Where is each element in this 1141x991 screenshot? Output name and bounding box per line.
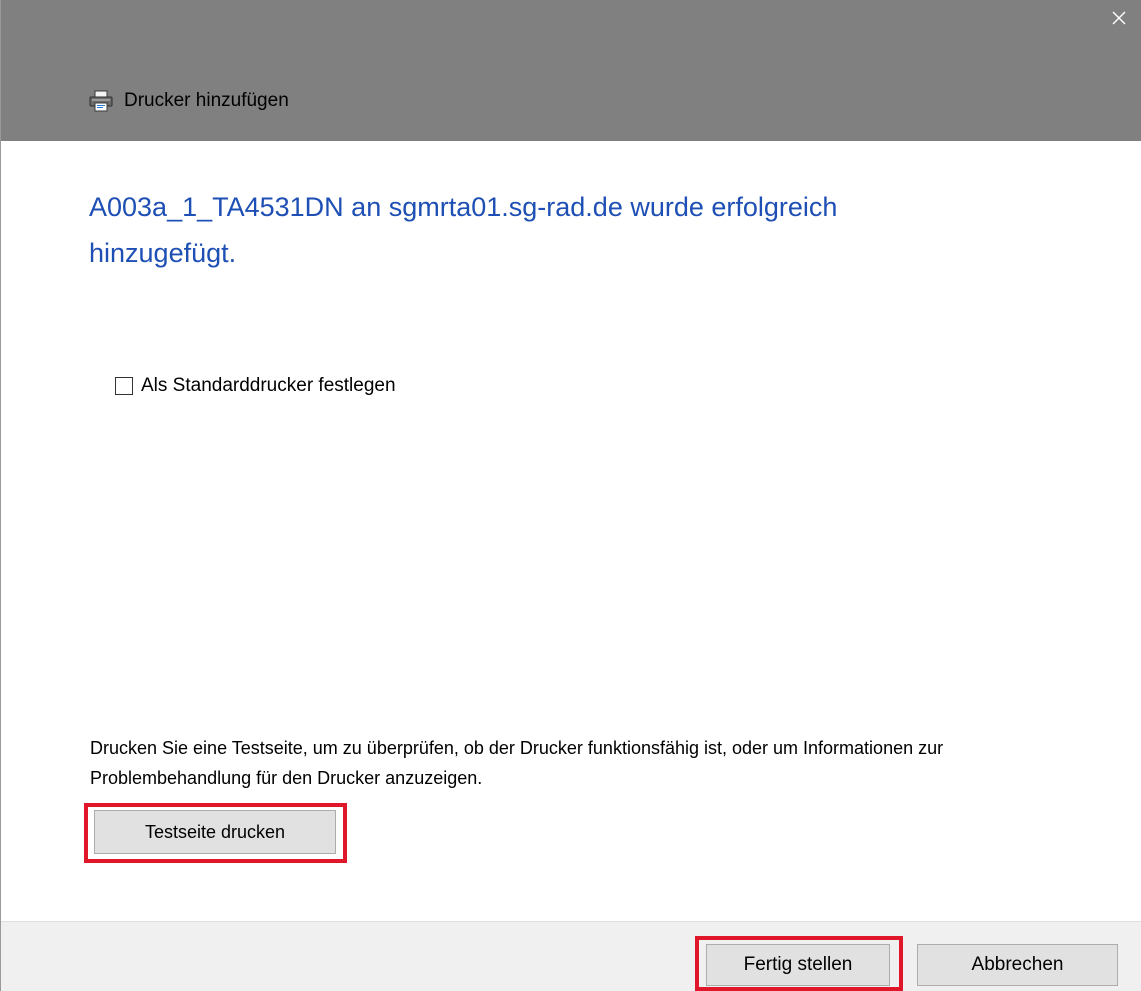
cancel-button[interactable]: Abbrechen [917,944,1118,986]
checkbox-label: Als Standarddrucker festlegen [141,375,396,396]
checkbox-box[interactable] [115,377,133,395]
close-button[interactable] [1096,0,1141,40]
printer-icon [88,90,114,112]
title-bar: Drucker hinzufügen [1,0,1141,141]
dialog-header: Drucker hinzufügen [88,86,289,116]
dialog-title: Drucker hinzufügen [124,90,289,111]
test-page-info-text: Drucken Sie eine Testseite, um zu überpr… [90,738,944,788]
add-printer-dialog: Drucker hinzufügen A003a_1_TA4531DN an s… [0,0,1141,991]
success-heading: A003a_1_TA4531DN an sgmrta01.sg-rad.de w… [89,192,838,268]
finish-button[interactable]: Fertig stellen [706,944,890,986]
close-icon [1111,10,1127,31]
default-printer-checkbox[interactable]: Als Standarddrucker festlegen [115,375,396,397]
print-test-page-button[interactable]: Testseite drucken [94,810,336,854]
